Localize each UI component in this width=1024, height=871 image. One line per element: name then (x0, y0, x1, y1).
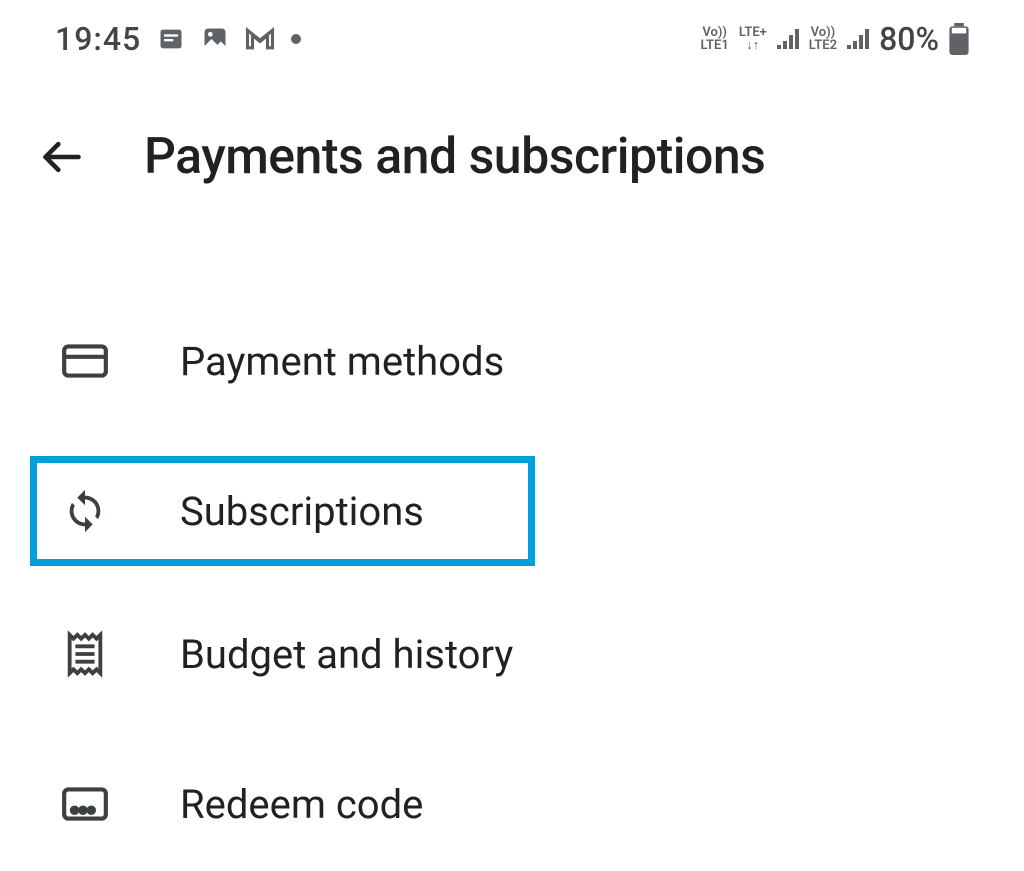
dot-icon (291, 34, 301, 44)
signal-bars-2 (847, 29, 869, 49)
status-bar: 19:45 Vo)) LTE1 LTE+ ↓↑ Vo)) LTE2 (0, 0, 1024, 68)
lte1-indicator: Vo)) LTE1 (701, 26, 729, 52)
header: Payments and subscriptions (0, 68, 1024, 216)
menu-item-payment-methods[interactable]: Payment methods (30, 306, 994, 416)
menu-list: Payment methods Subscriptions Budget and… (0, 216, 1024, 859)
menu-label: Budget and history (180, 631, 513, 678)
message-icon (157, 25, 185, 53)
status-time: 19:45 (55, 20, 141, 58)
back-button[interactable] (40, 135, 84, 179)
battery-icon (949, 23, 969, 55)
card-icon (60, 336, 110, 386)
menu-item-subscriptions[interactable]: Subscriptions (30, 456, 535, 566)
status-right: Vo)) LTE1 LTE+ ↓↑ Vo)) LTE2 80% (701, 20, 969, 58)
refresh-icon (60, 486, 110, 536)
gmail-icon (245, 27, 275, 51)
receipt-icon (60, 629, 110, 679)
menu-label: Subscriptions (180, 488, 424, 535)
image-icon (201, 25, 229, 53)
menu-label: Payment methods (180, 338, 504, 385)
lte2-indicator: Vo)) LTE2 (809, 26, 837, 52)
arrow-left-icon (40, 135, 84, 179)
signal-bars-1 (777, 29, 799, 49)
menu-label: Redeem code (180, 781, 423, 828)
status-left: 19:45 (55, 20, 301, 58)
page-title: Payments and subscriptions (144, 128, 765, 186)
code-icon (60, 779, 110, 829)
lte-plus-indicator: LTE+ ↓↑ (739, 26, 767, 52)
menu-item-budget-history[interactable]: Budget and history (30, 599, 994, 709)
battery-percentage: 80% (879, 20, 939, 58)
menu-item-redeem-code[interactable]: Redeem code (30, 749, 994, 859)
